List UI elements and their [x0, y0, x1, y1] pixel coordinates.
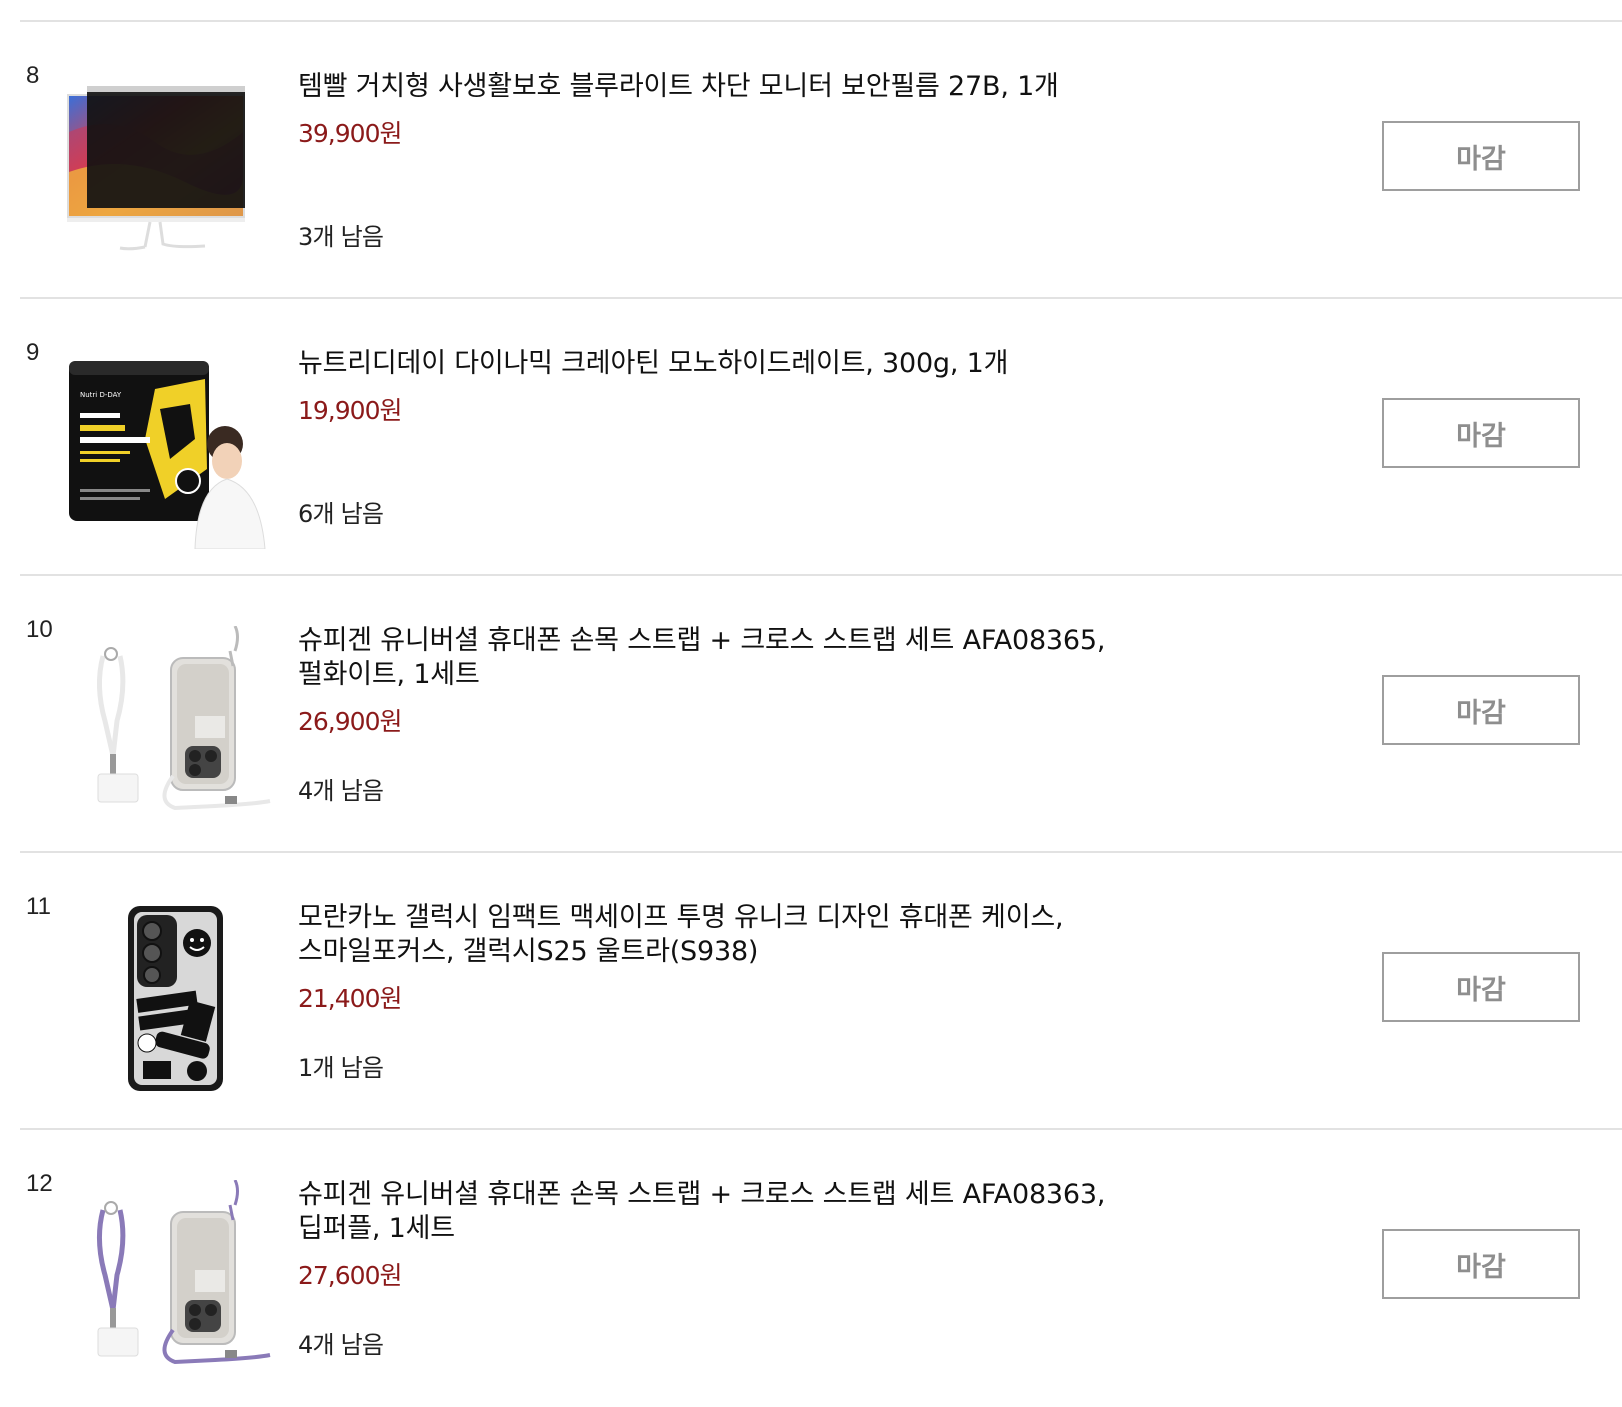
product-title[interactable]: 모란카노 갤럭시 임팩트 맥세이프 투명 유니크 디자인 휴대폰 케이스, 스마…	[298, 901, 1183, 969]
product-image-creatine[interactable]: Nutri D-DAY	[65, 349, 280, 549]
list-item: 12 슈피겐 유니버셜 휴대폰 손목 스트랩 + 크로스 스트랩 세트 AFA0…	[20, 1130, 1622, 1407]
closed-button[interactable]: 마감	[1382, 952, 1580, 1022]
rank-number: 10	[26, 616, 53, 643]
list-item: 10 슈피겐 유니버셜 휴대폰 손목 스트랩 + 크로스 스트랩 세트 AFA0…	[20, 576, 1622, 853]
list-item: 8 템빨 거치형 사생활보호 블루라이트 차단 모니터 보안필름 27B, 1개…	[20, 22, 1622, 299]
product-image-privacy-film[interactable]	[65, 72, 280, 272]
product-image-strap-white[interactable]	[65, 626, 280, 826]
closed-button[interactable]: 마감	[1382, 121, 1580, 191]
stock-remaining: 4개 남음	[298, 777, 384, 805]
brand-label: Nutri D-DAY	[80, 391, 122, 399]
stock-remaining: 1개 남음	[298, 1054, 384, 1082]
product-price: 19,900원	[298, 396, 402, 425]
closed-button[interactable]: 마감	[1382, 1229, 1580, 1299]
stock-remaining: 3개 남음	[298, 223, 384, 251]
product-image-phone-case[interactable]	[65, 903, 280, 1103]
closed-button[interactable]: 마감	[1382, 675, 1580, 745]
product-title[interactable]: 뉴트리디데이 다이나믹 크레아틴 모노하이드레이트, 300g, 1개	[298, 347, 1183, 381]
product-price: 39,900원	[298, 119, 402, 148]
rank-number: 11	[26, 893, 51, 920]
product-price: 26,900원	[298, 707, 402, 736]
product-price: 21,400원	[298, 984, 402, 1013]
stock-remaining: 4개 남음	[298, 1331, 384, 1359]
list-item: 11 모란카노 갤럭시 임팩트 맥세이프 투명 유니크 디자인 휴대폰 케이스,…	[20, 853, 1622, 1130]
rank-number: 9	[26, 339, 40, 366]
product-price: 27,600원	[298, 1261, 402, 1290]
product-title[interactable]: 슈피겐 유니버셜 휴대폰 손목 스트랩 + 크로스 스트랩 세트 AFA0836…	[298, 624, 1183, 692]
rank-number: 8	[26, 62, 40, 89]
rank-number: 12	[26, 1170, 53, 1197]
product-title[interactable]: 템빨 거치형 사생활보호 블루라이트 차단 모니터 보안필름 27B, 1개	[298, 70, 1183, 104]
product-title[interactable]: 슈피겐 유니버셜 휴대폰 손목 스트랩 + 크로스 스트랩 세트 AFA0836…	[298, 1178, 1183, 1246]
stock-remaining: 6개 남음	[298, 500, 384, 528]
list-item: 9 Nutri D-DAY 뉴트리디데이 다이나믹 크레아틴 모노하이드레이트,…	[20, 299, 1622, 576]
product-list: 8 템빨 거치형 사생활보호 블루라이트 차단 모니터 보안필름 27B, 1개…	[20, 20, 1622, 1407]
product-image-strap-purple[interactable]	[65, 1180, 280, 1380]
closed-button[interactable]: 마감	[1382, 398, 1580, 468]
